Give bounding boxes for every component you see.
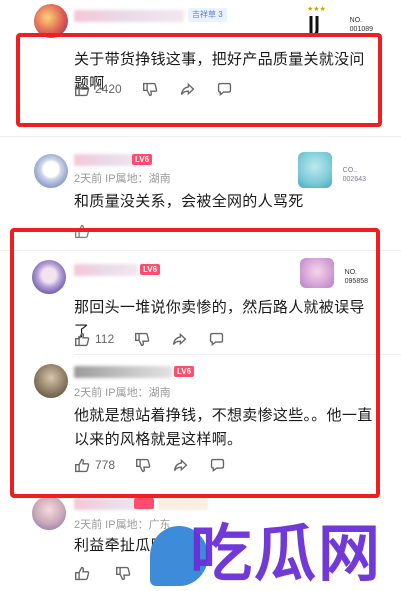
fan-card-number: NO. 095858 — [344, 269, 368, 285]
fan-card-number: CO.. 002643 — [342, 167, 366, 183]
divider — [0, 136, 401, 137]
avatar[interactable] — [32, 496, 66, 530]
reply-button[interactable] — [209, 457, 226, 474]
speech-bubble-icon — [210, 332, 224, 346]
share-arrow-icon — [173, 332, 187, 345]
share-arrow-icon — [173, 458, 188, 471]
thumb-up-icon — [75, 224, 90, 238]
avatar[interactable] — [34, 4, 68, 38]
comment-2: LV6 2天前 IP属地：湖南 CO.. 002643 和质量没关系，会被全网的… — [0, 140, 401, 238]
avatar[interactable] — [34, 154, 68, 188]
fan-badge: 吉祥草 3 — [188, 8, 227, 22]
action-bar: 2420 — [74, 80, 253, 98]
thumb-down-icon — [136, 458, 151, 472]
like-button[interactable]: 112 — [74, 331, 114, 348]
share-button[interactable] — [179, 81, 196, 98]
dislike-button[interactable] — [135, 457, 152, 474]
share-button[interactable] — [172, 457, 189, 474]
like-count: 2420 — [95, 82, 122, 96]
avatar[interactable] — [32, 260, 66, 294]
username[interactable] — [74, 366, 172, 378]
level-badge: LV6 — [174, 366, 195, 377]
thumb-up-icon — [75, 458, 90, 472]
comment-text: 和质量没关系，会被全网的人骂死 — [74, 193, 304, 210]
username[interactable] — [74, 264, 138, 276]
divider — [0, 250, 401, 251]
thumb-down-icon — [116, 566, 131, 580]
svg-text:★★★: ★★★ — [307, 5, 326, 13]
divider — [74, 354, 401, 355]
avatar[interactable] — [34, 364, 68, 398]
like-count: 778 — [95, 458, 116, 472]
reply-button[interactable] — [208, 331, 225, 348]
thumb-up-icon — [75, 332, 90, 346]
comment-text: 他就是想站着挣钱，不想卖惨这些。。他一直以来的风格就是这样啊。 — [74, 407, 373, 448]
fan-badge — [158, 497, 208, 510]
watermark-text: 吃瓜网 — [190, 517, 383, 590]
watermark: 吃瓜网 — [150, 516, 401, 591]
action-bar: 112 — [74, 330, 245, 348]
fan-card[interactable]: CO.. 002643 — [298, 152, 366, 190]
dislike-button[interactable] — [134, 331, 151, 348]
fan-card-art-icon — [300, 258, 334, 288]
speech-bubble-icon — [217, 82, 231, 96]
speech-bubble-icon — [210, 458, 225, 472]
action-bar: 778 — [74, 456, 246, 474]
thumb-down-icon — [135, 332, 150, 346]
dislike-button[interactable] — [142, 81, 159, 98]
comment-4: LV6 2天前 IP属地：湖南 他就是想站着挣钱，不想卖惨这些。。他一直以来的风… — [0, 356, 401, 486]
action-bar — [74, 222, 115, 240]
comment-meta: 2天前 IP属地：湖南 — [74, 173, 171, 185]
dislike-button[interactable] — [115, 565, 132, 582]
thumb-up-icon — [75, 82, 90, 96]
thumb-up-icon — [75, 566, 90, 580]
level-badge: LV6 — [140, 264, 161, 275]
username[interactable] — [74, 10, 184, 22]
like-button[interactable]: 2420 — [74, 81, 122, 98]
like-button[interactable]: 778 — [74, 457, 115, 474]
fan-card-art-icon — [298, 152, 332, 188]
jersey-logo-icon: ★★★ — [305, 4, 333, 38]
fan-card[interactable]: NO. 095858 — [300, 258, 368, 296]
fan-card[interactable]: ★★★ NO. 001089 — [305, 4, 373, 42]
like-count: 112 — [95, 332, 115, 346]
like-button[interactable] — [74, 565, 95, 582]
action-bar — [74, 564, 152, 582]
like-button[interactable] — [74, 223, 95, 240]
comment-meta: 2天前 IP属地：湖南 — [74, 387, 171, 399]
share-button[interactable] — [171, 331, 188, 348]
share-arrow-icon — [180, 82, 195, 95]
reply-button[interactable] — [216, 81, 233, 98]
thumb-down-icon — [142, 82, 157, 96]
fan-card-number: NO. 001089 — [349, 17, 373, 33]
comment-1: 吉祥草 3 ★★★ NO. 001089 关于带货挣钱这事，把好产品质量关就没问… — [0, 0, 401, 130]
comment-3: LV6 NO. 095858 那回头一堆说你卖惨的，然后路人就被误导了 112 — [0, 252, 401, 352]
level-badge — [134, 498, 154, 509]
level-badge: LV6 — [132, 154, 153, 165]
